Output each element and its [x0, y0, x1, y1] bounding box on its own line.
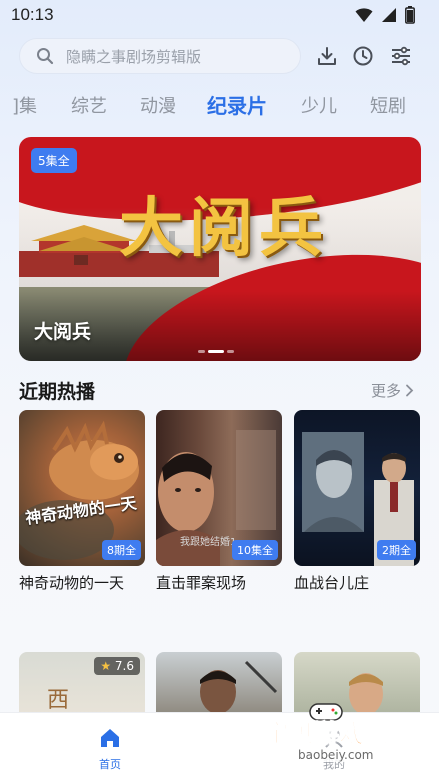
show-card[interactable]: 我跟她结婚1 10集全 直击罪案现场	[156, 410, 282, 593]
show-card[interactable]	[156, 652, 282, 714]
show-card[interactable]: 2期全 血战台儿庄	[294, 410, 420, 593]
banner-pagination	[198, 350, 234, 353]
rating-badge: ★ 7.6	[94, 657, 140, 675]
download-button[interactable]	[314, 43, 340, 69]
battery-icon	[405, 6, 415, 24]
section-title: 近期热播	[19, 381, 96, 403]
category-tabs: ]集 综艺 动漫 纪录片 少儿 短剧	[0, 92, 439, 126]
featured-banner[interactable]: 大阅兵 5集全 大阅兵	[19, 137, 421, 361]
tab-kids[interactable]: 少儿	[301, 92, 337, 118]
search-icon	[37, 48, 54, 65]
tab-series[interactable]: ]集	[12, 92, 37, 118]
pagination-dot[interactable]	[227, 350, 234, 353]
show-title: 神奇动物的一天	[19, 574, 125, 592]
show-poster: 我跟她结婚1 10集全	[156, 410, 282, 566]
history-button[interactable]	[350, 43, 376, 69]
show-poster: 神奇动物的一天 8期全	[19, 410, 145, 566]
banner-art-title: 大阅兵	[119, 191, 329, 266]
more-link[interactable]: 更多	[371, 380, 414, 401]
tab-short-drama[interactable]: 短剧	[370, 92, 406, 118]
banner-caption: 大阅兵	[34, 321, 92, 343]
tab-anime[interactable]: 动漫	[140, 92, 176, 118]
chevron-right-icon	[406, 384, 414, 397]
poster-image	[200, 660, 278, 714]
show-card[interactable]: 神奇动物的一天 8期全 神奇动物的一天	[19, 410, 145, 593]
sliders-icon	[392, 46, 410, 66]
watermark-url: baobeiy.com	[294, 748, 378, 762]
episode-badge: 8期全	[102, 540, 141, 560]
star-icon: ★	[100, 659, 112, 673]
status-time: 10:13	[11, 5, 54, 24]
search-row: 隐瞒之事剧场剪辑版	[19, 38, 421, 74]
wifi-icon	[355, 8, 373, 22]
poster-subtitle-text: 我跟她结婚1	[180, 537, 237, 548]
show-card[interactable]: 西 ★ 7.6	[19, 652, 145, 714]
search-input[interactable]: 隐瞒之事剧场剪辑版	[19, 38, 301, 74]
pagination-dot-active[interactable]	[208, 350, 224, 353]
pagination-dot[interactable]	[198, 350, 205, 353]
show-poster: 2期全	[294, 410, 420, 566]
watermark-text: 宝贝游戏网	[263, 719, 390, 749]
nav-home[interactable]: 首页	[88, 727, 132, 772]
home-icon	[101, 729, 119, 747]
banner-episode-badge: 5集全	[31, 148, 77, 173]
status-bar: 10:13	[0, 0, 439, 32]
search-placeholder: 隐瞒之事剧场剪辑版	[66, 47, 202, 66]
site-watermark: 宝贝游戏网 baobeiy.com	[258, 703, 428, 772]
status-icons	[355, 6, 415, 24]
episode-badge: 2期全	[377, 540, 416, 560]
signal-icon	[382, 8, 396, 22]
clock-icon	[353, 46, 373, 66]
tab-variety[interactable]: 综艺	[71, 92, 107, 118]
episode-badge: 10集全	[232, 540, 278, 560]
more-label: 更多	[370, 382, 401, 400]
filter-button[interactable]	[388, 43, 414, 69]
show-title: 直击罪案现场	[156, 574, 247, 592]
rating-value: 7.6	[114, 659, 134, 673]
poster-title-text: 西	[47, 688, 70, 713]
download-icon	[318, 47, 336, 65]
tab-documentary[interactable]: 纪录片	[207, 92, 267, 119]
nav-home-label: 首页	[99, 758, 121, 771]
show-title: 血战台儿庄	[294, 574, 370, 592]
